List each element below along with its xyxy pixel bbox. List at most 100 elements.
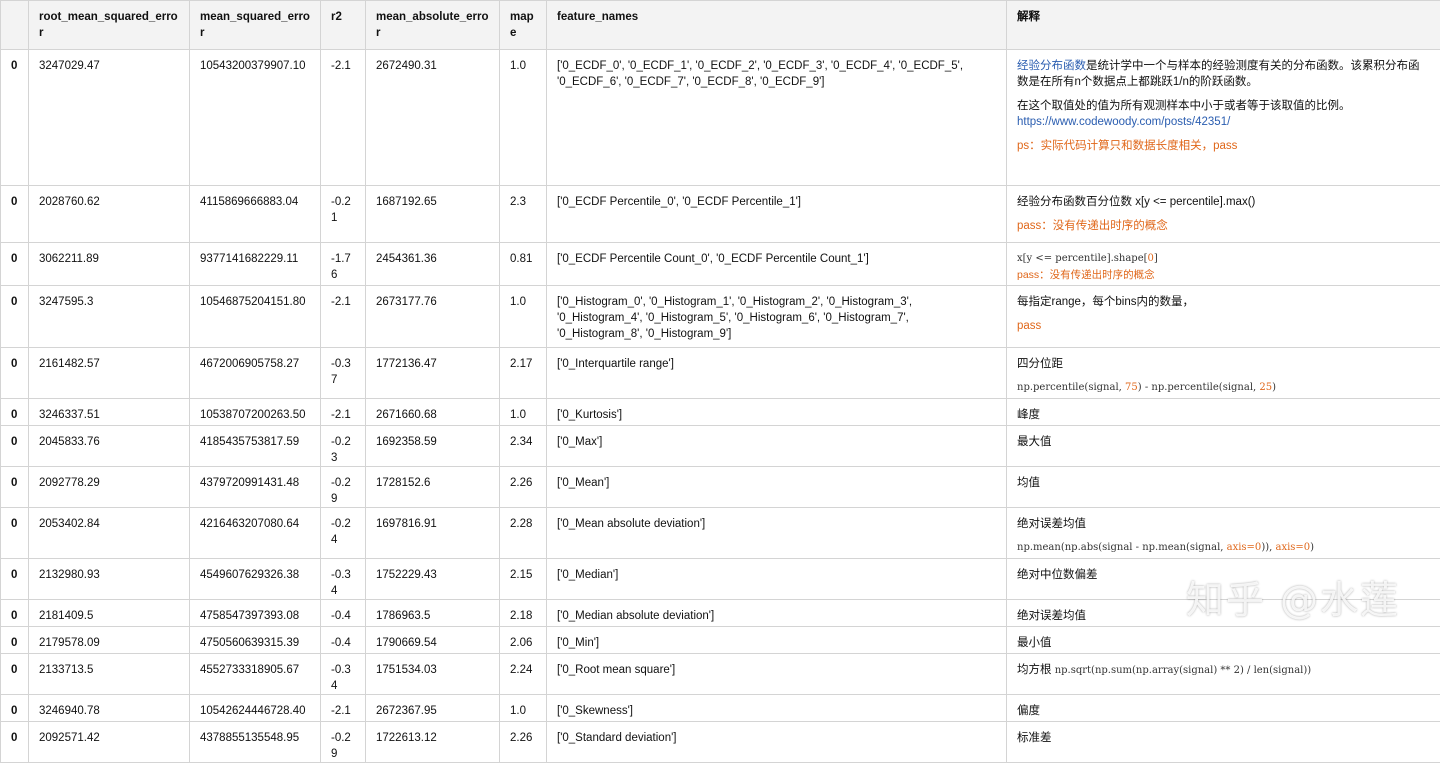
rmse-cell: 3247595.3 bbox=[29, 286, 190, 348]
mape-cell: 2.15 bbox=[500, 559, 547, 600]
mape-cell: 2.34 bbox=[500, 426, 547, 467]
mae-cell: 2672490.31 bbox=[366, 50, 500, 186]
rmse-cell: 2161482.57 bbox=[29, 348, 190, 399]
table-row: 0 2161482.57 4672006905758.27 -0.37 1772… bbox=[1, 348, 1440, 399]
features-cell: ['0_ECDF_0', '0_ECDF_1', '0_ECDF_2', '0_… bbox=[547, 50, 1007, 186]
reference-link[interactable]: https://www.codewoody.com/posts/42351/ bbox=[1017, 114, 1430, 130]
mae-cell: 2673177.76 bbox=[366, 286, 500, 348]
header-feature-names: feature_names bbox=[547, 1, 1007, 50]
pass-note: pass：没有传递出时序的概念 bbox=[1017, 218, 1430, 234]
row-index: 0 bbox=[1, 426, 29, 467]
header-explanation: 解释 bbox=[1007, 1, 1440, 50]
code-snippet: np.mean(np.abs(signal - np.mean(signal, … bbox=[1017, 540, 1430, 556]
row-index: 0 bbox=[1, 286, 29, 348]
rmse-cell: 3246940.78 bbox=[29, 695, 190, 722]
mae-cell: 2671660.68 bbox=[366, 399, 500, 426]
explanation-cell: 经验分布函数是统计学中一个与样本的经验测度有关的分布函数。该累积分布函数是在所有… bbox=[1007, 50, 1440, 186]
features-cell: ['0_Skewness'] bbox=[547, 695, 1007, 722]
row-index: 0 bbox=[1, 399, 29, 426]
mse-cell: 4379720991431.48 bbox=[190, 467, 321, 508]
rmse-cell: 2053402.84 bbox=[29, 508, 190, 559]
mae-cell: 2672367.95 bbox=[366, 695, 500, 722]
table-header-row: root_mean_squared_error mean_squared_err… bbox=[1, 1, 1440, 50]
row-index: 0 bbox=[1, 508, 29, 559]
explanation-cell: 标准差 bbox=[1007, 722, 1440, 763]
header-mape: mape bbox=[500, 1, 547, 50]
mse-cell: 4549607629326.38 bbox=[190, 559, 321, 600]
mse-cell: 4750560639315.39 bbox=[190, 627, 321, 654]
table-row: 0 2092571.42 4378855135548.95 -0.29 1722… bbox=[1, 722, 1440, 763]
mape-cell: 1.0 bbox=[500, 695, 547, 722]
rmse-cell: 2045833.76 bbox=[29, 426, 190, 467]
mape-cell: 2.26 bbox=[500, 722, 547, 763]
r2-cell: -0.4 bbox=[321, 627, 366, 654]
row-index: 0 bbox=[1, 467, 29, 508]
mae-cell: 1772136.47 bbox=[366, 348, 500, 399]
mape-cell: 2.26 bbox=[500, 467, 547, 508]
row-index: 0 bbox=[1, 695, 29, 722]
explanation-cell: 峰度 bbox=[1007, 399, 1440, 426]
mse-cell: 4115869666883.04 bbox=[190, 186, 321, 243]
mse-cell: 4185435753817.59 bbox=[190, 426, 321, 467]
row-index: 0 bbox=[1, 654, 29, 695]
mse-cell: 4552733318905.67 bbox=[190, 654, 321, 695]
table-row: 0 3062211.89 9377141682229.11 -1.76 2454… bbox=[1, 243, 1440, 286]
table-row: 0 2045833.76 4185435753817.59 -0.23 1692… bbox=[1, 426, 1440, 467]
row-index: 0 bbox=[1, 559, 29, 600]
features-cell: ['0_Median absolute deviation'] bbox=[547, 600, 1007, 627]
header-r2: r2 bbox=[321, 1, 366, 50]
table-row: 0 3247595.3 10546875204151.80 -2.1 26731… bbox=[1, 286, 1440, 348]
mse-cell: 9377141682229.11 bbox=[190, 243, 321, 286]
results-table: root_mean_squared_error mean_squared_err… bbox=[0, 0, 1440, 763]
header-mae: mean_absolute_error bbox=[366, 1, 500, 50]
mse-cell: 10543200379907.10 bbox=[190, 50, 321, 186]
mae-cell: 1752229.43 bbox=[366, 559, 500, 600]
rmse-cell: 2133713.5 bbox=[29, 654, 190, 695]
row-index: 0 bbox=[1, 186, 29, 243]
explanation-cell: 均方根 np.sqrt(np.sum(np.array(signal) ** 2… bbox=[1007, 654, 1440, 695]
features-cell: ['0_Histogram_0', '0_Histogram_1', '0_Hi… bbox=[547, 286, 1007, 348]
r2-cell: -0.21 bbox=[321, 186, 366, 243]
row-index: 0 bbox=[1, 348, 29, 399]
explanation-cell: 均值 bbox=[1007, 467, 1440, 508]
rmse-cell: 2179578.09 bbox=[29, 627, 190, 654]
explanation-text: 绝对误差均值 bbox=[1017, 516, 1430, 532]
mse-cell: 4216463207080.64 bbox=[190, 508, 321, 559]
features-cell: ['0_Standard deviation'] bbox=[547, 722, 1007, 763]
rmse-cell: 3246337.51 bbox=[29, 399, 190, 426]
ps-note: ps：实际代码计算只和数据长度相关，pass bbox=[1017, 138, 1430, 154]
row-index: 0 bbox=[1, 243, 29, 286]
code-snippet: np.sqrt(np.sum(np.array(signal) ** 2) / … bbox=[1055, 665, 1311, 676]
mape-cell: 1.0 bbox=[500, 50, 547, 186]
mape-cell: 2.18 bbox=[500, 600, 547, 627]
features-cell: ['0_ECDF Percentile_0', '0_ECDF Percenti… bbox=[547, 186, 1007, 243]
table-row: 0 2028760.62 4115869666883.04 -0.21 1687… bbox=[1, 186, 1440, 243]
table-row: 0 2133713.5 4552733318905.67 -0.34 17515… bbox=[1, 654, 1440, 695]
rmse-cell: 2181409.5 bbox=[29, 600, 190, 627]
pass-note: pass bbox=[1017, 318, 1430, 334]
mae-cell: 1697816.91 bbox=[366, 508, 500, 559]
features-cell: ['0_Root mean square'] bbox=[547, 654, 1007, 695]
features-cell: ['0_Mean'] bbox=[547, 467, 1007, 508]
rmse-cell: 2092778.29 bbox=[29, 467, 190, 508]
header-index bbox=[1, 1, 29, 50]
explanation-cell: 经验分布函数百分位数 x[y <= percentile].max() pass… bbox=[1007, 186, 1440, 243]
rmse-cell: 2028760.62 bbox=[29, 186, 190, 243]
row-index: 0 bbox=[1, 627, 29, 654]
table-row: 0 3247029.47 10543200379907.10 -2.1 2672… bbox=[1, 50, 1440, 186]
r2-cell: -2.1 bbox=[321, 50, 366, 186]
features-cell: ['0_Median'] bbox=[547, 559, 1007, 600]
explanation-cell: 最大值 bbox=[1007, 426, 1440, 467]
explanation-cell: 四分位距 np.percentile(signal, 75) - np.perc… bbox=[1007, 348, 1440, 399]
mape-cell: 2.06 bbox=[500, 627, 547, 654]
mae-cell: 1728152.6 bbox=[366, 467, 500, 508]
rmse-cell: 2092571.42 bbox=[29, 722, 190, 763]
features-cell: ['0_Interquartile range'] bbox=[547, 348, 1007, 399]
explanation-cell: 偏度 bbox=[1007, 695, 1440, 722]
mape-cell: 1.0 bbox=[500, 399, 547, 426]
ecdf-link-term[interactable]: 经验分布函数 bbox=[1017, 60, 1086, 72]
pass-note: pass：没有传递出时序的概念 bbox=[1017, 267, 1430, 283]
r2-cell: -0.23 bbox=[321, 426, 366, 467]
table-row: 0 3246337.51 10538707200263.50 -2.1 2671… bbox=[1, 399, 1440, 426]
r2-cell: -0.34 bbox=[321, 654, 366, 695]
